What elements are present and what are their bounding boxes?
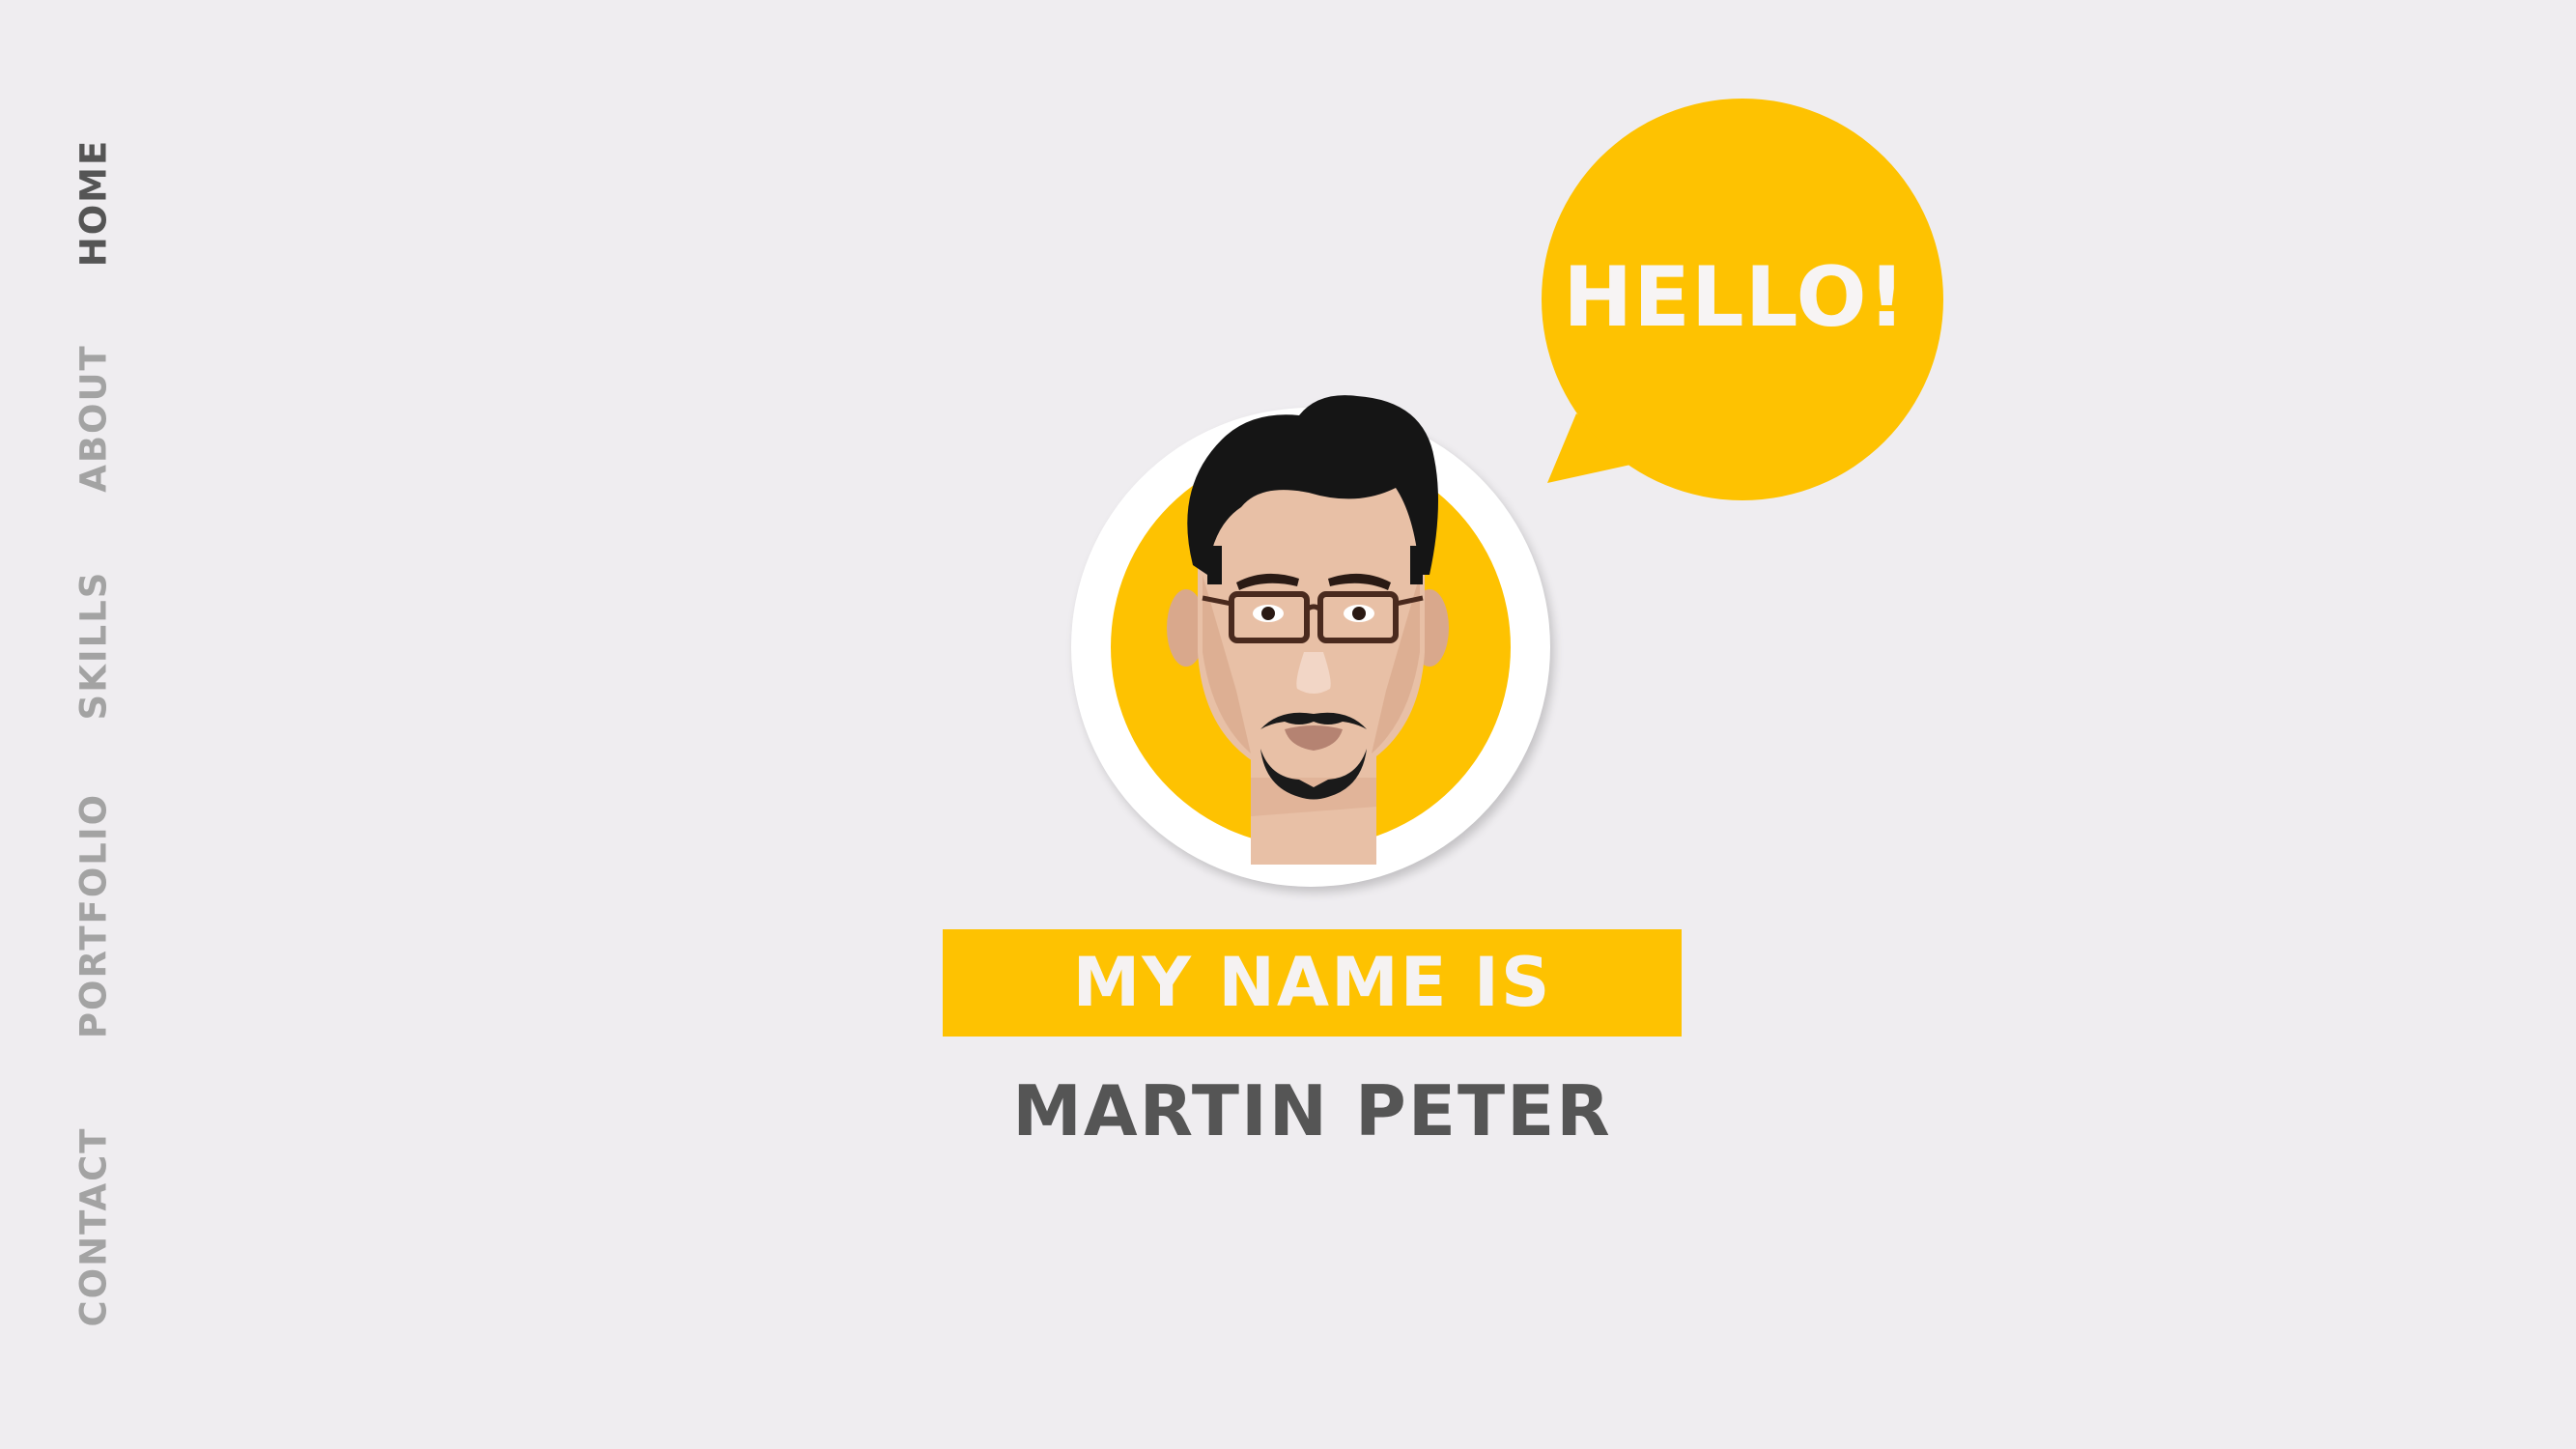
nav-item-home[interactable]: HOME <box>73 139 115 268</box>
avatar <box>1067 391 1550 887</box>
greeting-text: HELLO! <box>1563 249 1907 346</box>
nav-item-portfolio[interactable]: PORTFOLIO <box>73 793 115 1038</box>
avatar-face-icon <box>1167 395 1449 865</box>
person-name: MARTIN PETER <box>1012 1070 1612 1151</box>
nav-item-about[interactable]: ABOUT <box>73 344 115 493</box>
nav-item-contact[interactable]: CONTACT <box>73 1127 115 1327</box>
intro-label: MY NAME IS <box>943 929 1682 1037</box>
nav-item-skills[interactable]: SKILLS <box>73 571 115 721</box>
